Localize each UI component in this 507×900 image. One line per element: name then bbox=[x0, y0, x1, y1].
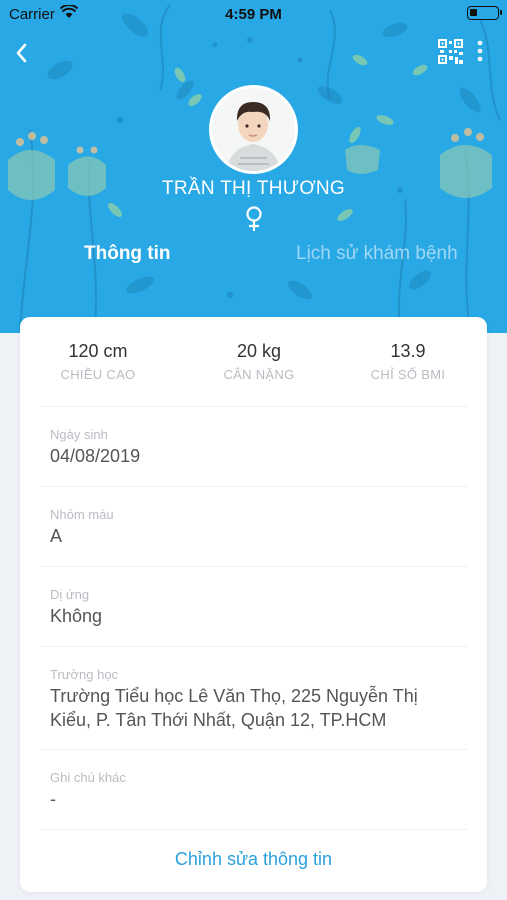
stat-height-value: 120 cm bbox=[68, 341, 128, 361]
blood-type-value: A bbox=[50, 526, 63, 546]
blood-type-label: Nhóm máu bbox=[50, 507, 114, 522]
birthday-value: 04/08/2019 bbox=[50, 446, 141, 466]
battery-icon bbox=[467, 6, 502, 20]
body-stats: 120 cm CHIỀU CAO 20 kg CÂN NẶNG 13.9 CHỈ… bbox=[40, 317, 467, 407]
stat-bmi-label: CHỈ SỐ BMI bbox=[370, 367, 446, 382]
notes-label: Ghi chú khác bbox=[50, 770, 126, 785]
stat-weight: 20 kg CÂN NẶNG bbox=[189, 341, 329, 382]
qr-code-button[interactable] bbox=[437, 38, 464, 65]
allergy-value: Không bbox=[50, 606, 103, 626]
tab-medical-history[interactable]: Lịch sử khám bệnh bbox=[296, 243, 458, 265]
child-photo bbox=[212, 88, 295, 171]
status-bar: Carrier 4:59 PM bbox=[0, 0, 507, 28]
field-notes: Ghi chú khác - bbox=[40, 750, 467, 830]
female-symbol-icon bbox=[246, 206, 262, 231]
stat-bmi: 13.9 CHỈ SỐ BMI bbox=[338, 341, 478, 382]
birthday-label: Ngày sinh bbox=[50, 427, 108, 442]
stat-height: 120 cm CHIỀU CAO bbox=[28, 341, 168, 382]
stat-weight-label: CÂN NẶNG bbox=[223, 367, 295, 382]
allergy-label: Dị ứng bbox=[50, 587, 90, 602]
profile-header: Carrier 4:59 PM TRẦN THỊ THƯƠNG Thông ti… bbox=[0, 0, 507, 333]
avatar[interactable] bbox=[209, 85, 298, 174]
patient-name: TRẦN THỊ THƯƠNG bbox=[161, 178, 346, 199]
field-school: Trường học Trường Tiểu học Lê Văn Thọ, 2… bbox=[40, 647, 467, 750]
field-birthday: Ngày sinh 04/08/2019 bbox=[40, 407, 467, 487]
stat-height-label: CHIỀU CAO bbox=[60, 367, 136, 382]
stat-bmi-value: 13.9 bbox=[390, 341, 426, 361]
tab-info[interactable]: Thông tin bbox=[84, 243, 171, 265]
stat-weight-value: 20 kg bbox=[236, 341, 282, 361]
field-blood-type: Nhóm máu A bbox=[40, 487, 467, 567]
school-value: Trường Tiểu học Lê Văn Thọ, 225 Nguyễn T… bbox=[50, 686, 418, 730]
info-card: 120 cm CHIỀU CAO 20 kg CÂN NẶNG 13.9 CHỈ… bbox=[20, 317, 487, 892]
field-allergy: Dị ứng Không bbox=[40, 567, 467, 647]
school-label: Trường học bbox=[50, 667, 119, 682]
more-options-button[interactable] bbox=[470, 38, 490, 65]
notes-value: - bbox=[50, 789, 56, 809]
edit-info-button[interactable]: Chỉnh sửa thông tin bbox=[20, 849, 487, 870]
clock: 4:59 PM bbox=[225, 6, 282, 23]
back-button[interactable] bbox=[10, 40, 36, 66]
